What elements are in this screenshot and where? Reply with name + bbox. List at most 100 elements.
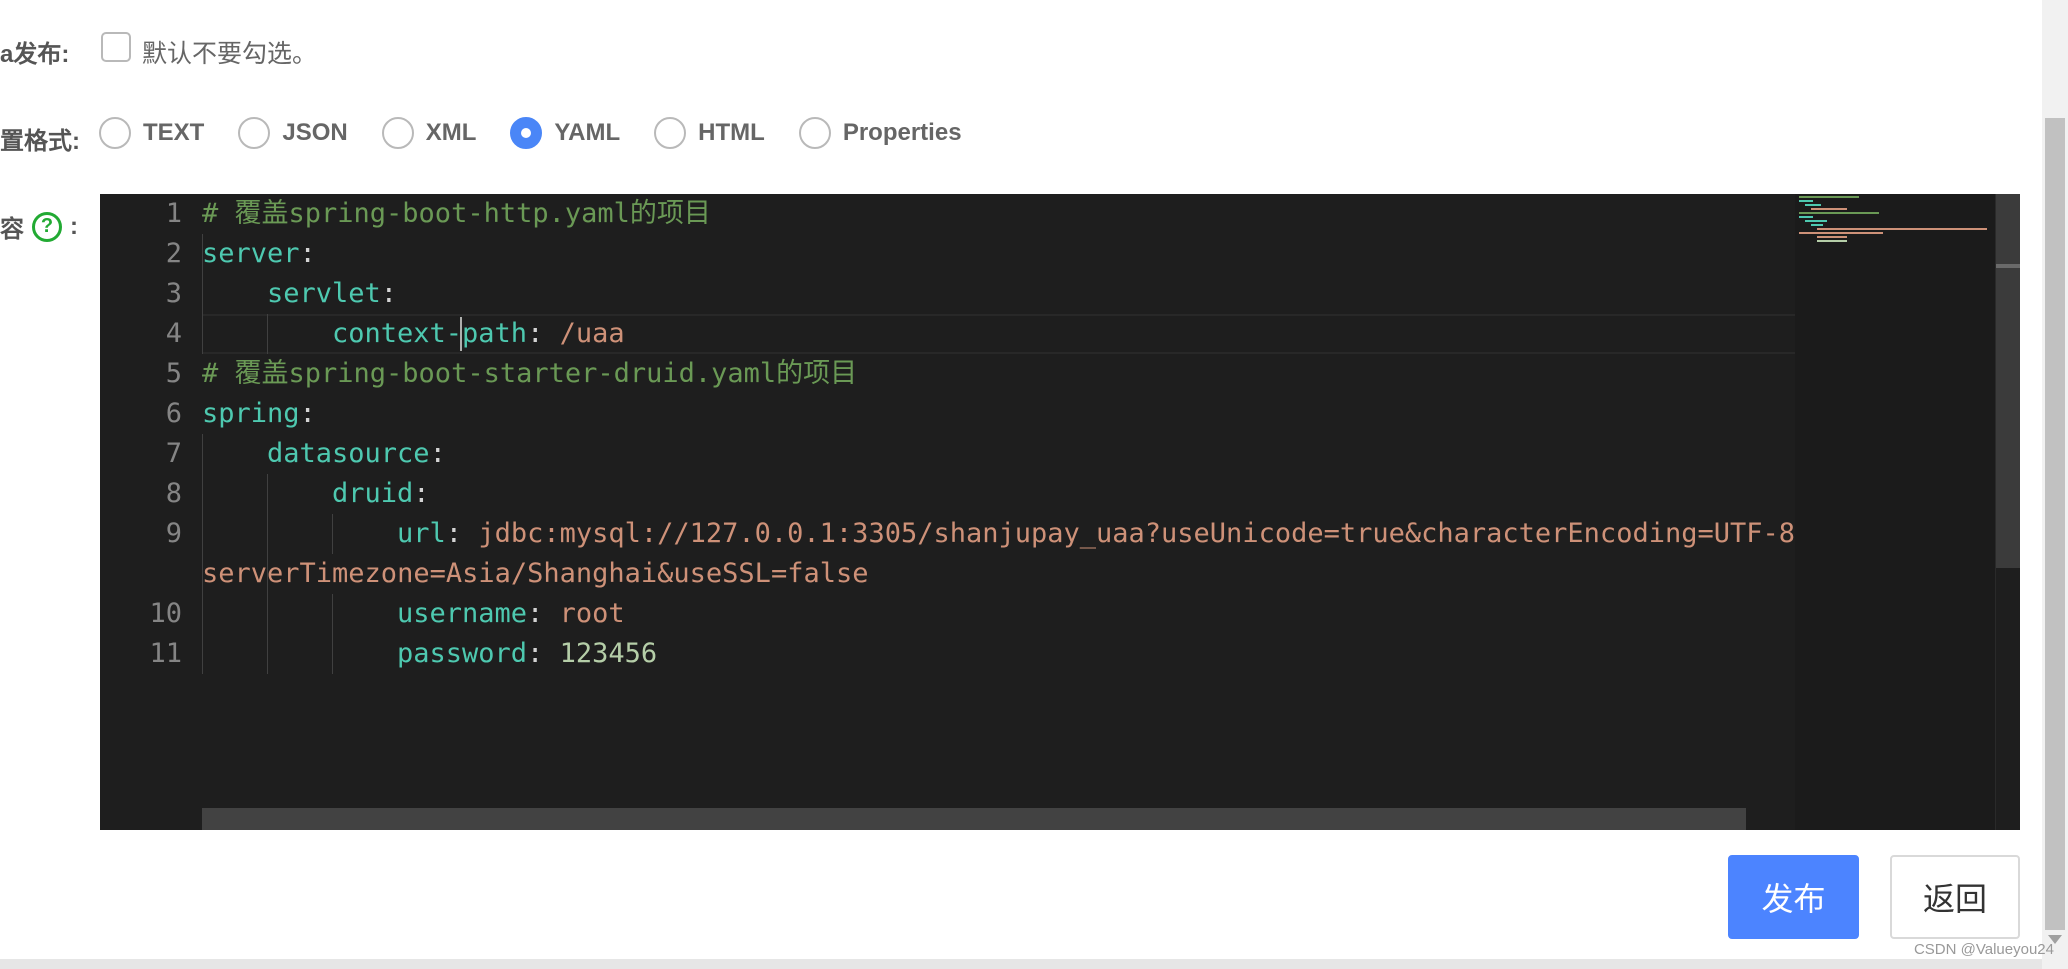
yaml-value: root: [559, 598, 625, 629]
yaml-key: url: [397, 518, 446, 549]
yaml-colon: :: [299, 238, 316, 269]
minimap-line: [1817, 236, 1847, 238]
line-number: 6: [165, 398, 182, 429]
minimap-line: [1805, 220, 1827, 222]
yaml-colon: :: [527, 638, 544, 669]
radio-circle-icon[interactable]: [99, 117, 131, 149]
yaml-colon: :: [527, 598, 544, 629]
yaml-key: password: [397, 638, 528, 669]
code-line-9-wrapped: serverTimezone=Asia/Shanghai&useSSL=fals…: [202, 554, 868, 594]
format-option-label: Properties: [842, 119, 962, 146]
config-edit-page: a发布: 默认不要勾选。 置格式: TEXT JSON XML YAML HTM…: [0, 0, 2068, 969]
horizontal-scrollbar[interactable]: [202, 808, 1746, 830]
publish-button[interactable]: 发布: [1728, 855, 1859, 939]
vertical-scrollbar[interactable]: [1995, 194, 2020, 830]
radio-checked-icon[interactable]: [510, 117, 543, 149]
beta-publish-checkbox-text: 默认不要勾选。: [142, 39, 318, 68]
line-number: 2: [165, 238, 182, 269]
minimap-line: [1799, 216, 1813, 218]
yaml-colon: :: [299, 398, 316, 429]
yaml-colon: :: [429, 438, 446, 469]
minimap-line: [1811, 224, 1823, 226]
line-number: 8: [165, 478, 182, 509]
line-number: 4: [165, 318, 182, 349]
code-line-10: username: root: [397, 594, 625, 634]
format-radio-json[interactable]: JSON: [238, 117, 348, 149]
code-minimap[interactable]: [1795, 194, 1995, 830]
minimap-line: [1811, 208, 1847, 210]
yaml-key: servlet: [267, 278, 381, 309]
code-line-11: password: 123456: [397, 634, 657, 674]
yaml-colon: :: [380, 278, 398, 309]
code-line-1: # 覆盖spring-boot-http.yaml的项目: [202, 194, 711, 234]
yaml-colon: :: [527, 318, 544, 349]
line-number: 9: [165, 518, 182, 549]
format-option-label: TEXT: [143, 119, 205, 146]
code-editor[interactable]: 1 2 3 4 5 6 7 8 9 10 11 # 覆盖spring-boot-…: [100, 194, 2020, 830]
code-line-5: # 覆盖spring-boot-starter-druid.yaml的项目: [202, 354, 857, 394]
beta-publish-label: a发布:: [0, 41, 70, 68]
yaml-colon: :: [413, 478, 430, 509]
scrollbar-cursor-marker: [1996, 264, 2020, 268]
config-content-label: 容 ? :: [0, 209, 78, 244]
radio-circle-icon[interactable]: [381, 117, 414, 149]
radio-circle-icon[interactable]: [798, 117, 831, 149]
line-number-gutter: 1 2 3 4 5 6 7 8 9 10 11: [100, 194, 202, 830]
scrollbar-thumb[interactable]: [1996, 194, 2020, 568]
format-option-label: HTML: [698, 119, 765, 146]
yaml-key: druid: [332, 478, 414, 509]
code-line-3: servlet:: [267, 274, 397, 314]
yaml-value: serverTimezone=Asia/Shanghai&useSSL=fals…: [202, 558, 869, 589]
code-line-7: datasource:: [267, 434, 446, 474]
minimap-line: [1799, 200, 1813, 202]
page-scrollbar-thumb[interactable]: [2045, 118, 2065, 930]
yaml-key: datasource: [267, 438, 430, 469]
yaml-key: context-path: [332, 318, 528, 349]
code-line-6: spring:: [202, 394, 316, 434]
code-line-4: context-path: /uaa: [332, 314, 625, 354]
format-radio-html[interactable]: HTML: [654, 117, 765, 149]
config-content-label-colon: :: [70, 212, 78, 240]
line-number: 10: [149, 598, 182, 629]
line-number: 1: [165, 198, 182, 229]
code-content[interactable]: # 覆盖spring-boot-http.yaml的项目 server: ser…: [202, 194, 1902, 830]
line-number: 11: [149, 638, 182, 669]
format-radio-text[interactable]: TEXT: [99, 117, 204, 149]
radio-circle-icon[interactable]: [654, 117, 687, 149]
minimap-line: [1799, 212, 1879, 214]
yaml-value: /uaa: [559, 318, 625, 349]
question-circle-icon[interactable]: ?: [32, 211, 62, 242]
bottom-edge: [0, 959, 2042, 969]
minimap-line: [1799, 196, 1859, 198]
minimap-line: [1799, 232, 1883, 234]
beta-publish-checkbox[interactable]: [101, 32, 131, 62]
code-line-9: url: jdbc:mysql://127.0.0.1:3305/shanjup…: [397, 514, 1795, 554]
code-line-8: druid:: [332, 474, 430, 514]
format-radio-yaml[interactable]: YAML: [510, 117, 620, 149]
format-option-label: XML: [425, 119, 477, 146]
format-radio-xml[interactable]: XML: [381, 117, 477, 149]
config-format-radio-group: TEXT JSON XML YAML HTML Properties: [99, 117, 996, 149]
format-radio-properties[interactable]: Properties: [798, 117, 962, 149]
line-number: 3: [165, 278, 182, 309]
line-number: 5: [165, 358, 182, 389]
yaml-colon: :: [445, 518, 463, 549]
config-format-label: 置格式:: [0, 128, 80, 155]
line-number: 7: [165, 438, 182, 469]
minimap-line: [1805, 204, 1821, 206]
yaml-key: server: [202, 238, 300, 269]
yaml-key: spring: [202, 398, 300, 429]
minimap-line: [1817, 228, 1987, 230]
minimap-line: [1817, 240, 1847, 242]
comment-text: # 覆盖spring-boot-starter-druid.yaml的项目: [202, 358, 858, 389]
comment-text: # 覆盖spring-boot-http.yaml的项目: [202, 198, 711, 229]
radio-circle-icon[interactable]: [238, 117, 271, 149]
format-option-label: JSON: [282, 119, 348, 146]
page-scrollbar[interactable]: [2042, 0, 2068, 969]
format-option-label: YAML: [554, 119, 621, 146]
code-line-2: server:: [202, 234, 316, 274]
back-button[interactable]: 返回: [1890, 855, 2020, 939]
watermark-text: CSDN @Valueyou24: [1913, 941, 2054, 958]
text-caret: [460, 317, 462, 351]
config-content-label-text: 容: [0, 216, 24, 243]
